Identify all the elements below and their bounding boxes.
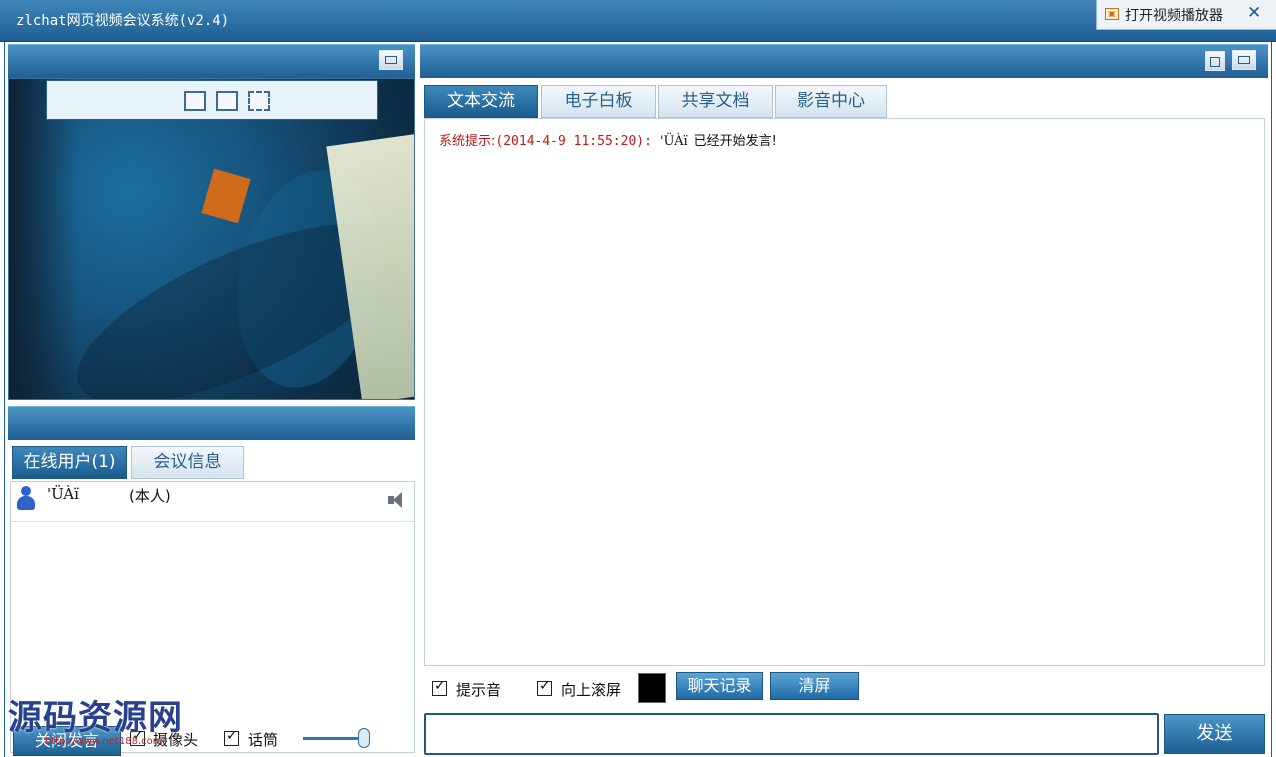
volume-slider-handle[interactable] <box>357 728 370 748</box>
fullscreen-icon <box>1210 57 1220 67</box>
system-message-user: 'ÜÀï <box>659 134 688 149</box>
video-toolbar <box>46 80 378 120</box>
scroll-up-checkbox[interactable] <box>537 678 552 696</box>
open-video-player-label: 打开视频播放器 <box>1125 8 1223 24</box>
system-message-label: 系统提示: <box>439 134 496 149</box>
scroll-up-label: 向上滚屏 <box>561 681 622 699</box>
notify-sound-label: 提示音 <box>456 681 502 699</box>
fullscreen-button[interactable] <box>1205 51 1225 71</box>
send-button[interactable]: 发送 <box>1164 714 1265 754</box>
tab-online-users[interactable]: 在线用户(1) <box>12 446 127 479</box>
user-name: 'ÜÀï <box>47 485 79 503</box>
restore-icon <box>1238 56 1250 64</box>
right-frame-border <box>1271 42 1272 757</box>
tab-shared-docs[interactable]: 共享文档 <box>658 85 773 118</box>
text-color-picker[interactable] <box>638 673 666 703</box>
tab-meeting-info[interactable]: 会议信息 <box>131 446 244 479</box>
clear-screen-button[interactable]: 清屏 <box>770 672 859 700</box>
users-panel-header <box>8 406 415 440</box>
video-player-icon: ▣ <box>1105 8 1119 20</box>
chat-toolbar: 提示音 向上滚屏 聊天记录 清屏 <box>424 668 1265 708</box>
user-avatar-icon <box>17 486 35 514</box>
layout-split-icon[interactable] <box>216 91 238 111</box>
fullscreen-video-icon[interactable] <box>248 91 270 111</box>
chat-message-area[interactable]: 系统提示:(2014-4-9 11:55:20): 'ÜÀï 已经开始发言! <box>424 118 1265 666</box>
mic-label: 话筒 <box>248 731 279 749</box>
self-indicator: (本人) <box>129 487 171 505</box>
system-message-time: (2014-4-9 11:55:20): <box>495 134 652 149</box>
video-panel-header <box>8 44 415 78</box>
app-title: zlchat网页视频会议系统(v2.4) <box>16 13 230 29</box>
chat-history-button[interactable]: 聊天记录 <box>676 672 763 700</box>
tab-whiteboard[interactable]: 电子白板 <box>541 85 656 118</box>
system-message: 系统提示:(2014-4-9 11:55:20): 'ÜÀï 已经开始发言! <box>439 130 777 149</box>
left-frame-border <box>4 42 5 757</box>
speaker-icon[interactable] <box>386 490 406 510</box>
chat-input[interactable] <box>424 713 1159 755</box>
video-panel-restore-button[interactable] <box>379 50 403 70</box>
tab-text-chat[interactable]: 文本交流 <box>424 85 538 118</box>
close-icon[interactable]: ✕ <box>1247 3 1261 23</box>
mic-checkbox[interactable] <box>224 728 239 746</box>
layout-grid-icon[interactable] <box>184 91 206 111</box>
restore-icon <box>385 56 397 64</box>
system-message-text: 已经开始发言! <box>693 134 777 149</box>
main-panel-restore-button[interactable] <box>1232 50 1256 70</box>
main-panel-header <box>420 44 1268 78</box>
open-video-player-button[interactable]: ▣ 打开视频播放器 ✕ <box>1096 0 1276 30</box>
notify-sound-checkbox[interactable] <box>432 678 447 696</box>
video-feed[interactable] <box>8 78 415 400</box>
watermark-url: http://www.net188.com <box>45 736 163 747</box>
tab-media-center[interactable]: 影音中心 <box>775 85 887 118</box>
user-list-item[interactable]: 'ÜÀï (本人) <box>11 482 414 522</box>
title-bar: zlchat网页视频会议系统(v2.4) ▣ 打开视频播放器 ✕ <box>0 0 1276 42</box>
watermark-text: 源码资源网 <box>8 698 183 738</box>
